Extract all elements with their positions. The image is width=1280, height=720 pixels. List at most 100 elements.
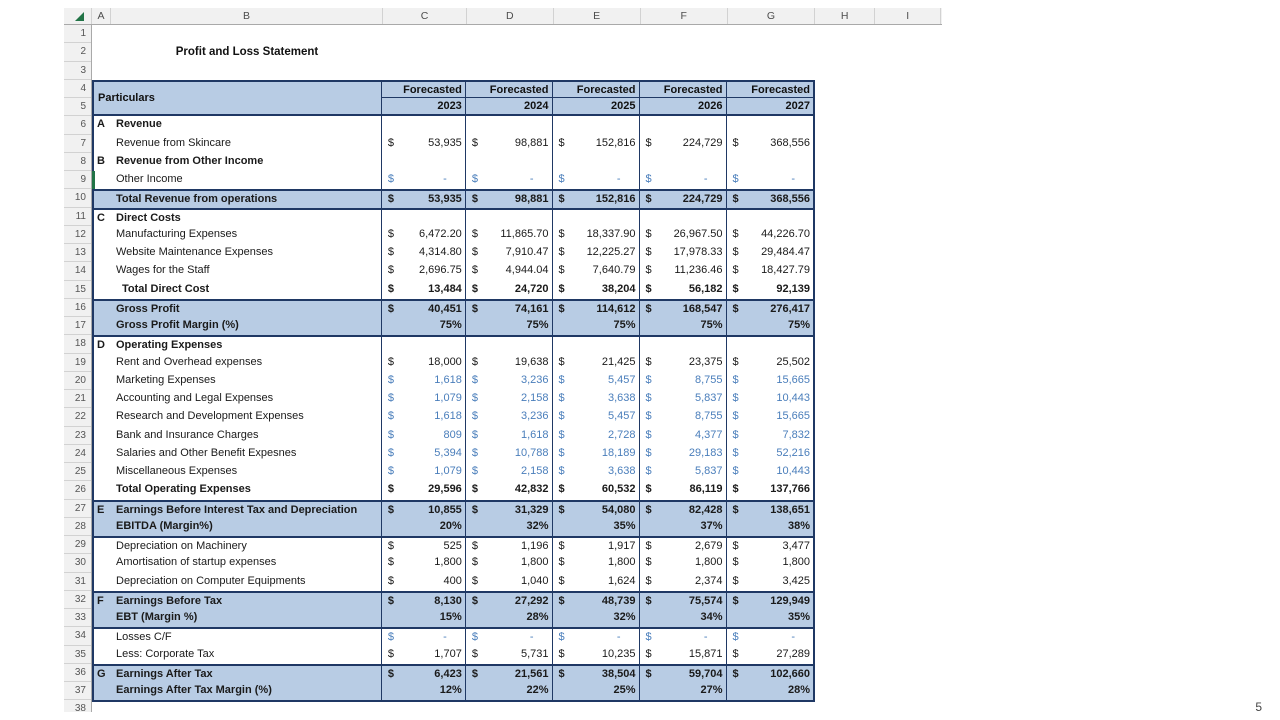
row-label-cell[interactable]: Rent and Overhead expenses (113, 354, 381, 372)
value-cell[interactable]: $48,739 (552, 593, 639, 609)
value-cell[interactable]: $25,502 (726, 354, 814, 372)
value-cell[interactable]: $1,079 (381, 390, 465, 408)
row-label-cell[interactable]: Depreciation on Machinery (113, 538, 381, 554)
row-header-4[interactable]: 4 (64, 80, 91, 98)
value-cell[interactable]: $74,161 (465, 301, 552, 317)
row-letter-cell[interactable] (94, 226, 113, 244)
value-cell[interactable]: $3,236 (465, 372, 552, 390)
value-cell[interactable]: $224,729 (639, 135, 726, 153)
value-cell[interactable]: $2,158 (465, 390, 552, 408)
row-letter-cell[interactable]: G (94, 666, 113, 682)
row-letter-cell[interactable] (94, 301, 113, 317)
value-cell[interactable]: $8,755 (639, 408, 726, 426)
row-label-cell[interactable]: Manufacturing Expenses (113, 226, 381, 244)
empty-cell[interactable] (726, 210, 814, 226)
row-label-cell[interactable]: Website Maintenance Expenses (113, 244, 381, 262)
row-header-24[interactable]: 24 (64, 445, 91, 463)
value-cell[interactable]: $400 (381, 573, 465, 591)
row-header-17[interactable]: 17 (64, 317, 91, 335)
row-label-cell[interactable]: Total Operating Expenses (113, 481, 381, 499)
row-header-27[interactable]: 27 (64, 500, 91, 518)
value-cell[interactable]: $368,556 (726, 135, 814, 153)
value-cell[interactable]: $5,837 (639, 463, 726, 481)
empty-cell[interactable] (381, 153, 465, 171)
value-cell[interactable]: $10,235 (552, 646, 639, 664)
value-cell[interactable]: $8,755 (639, 372, 726, 390)
percent-cell[interactable]: 38% (726, 518, 814, 536)
row-label-cell[interactable]: Direct Costs (113, 210, 381, 226)
value-cell[interactable]: $59,704 (639, 666, 726, 682)
row-header-35[interactable]: 35 (64, 646, 91, 664)
year-cell[interactable]: 2025 (553, 98, 639, 114)
percent-cell[interactable]: 22% (465, 682, 552, 700)
empty-cell[interactable] (552, 337, 639, 353)
percent-cell[interactable]: 75% (639, 317, 726, 335)
value-cell[interactable]: $4,944.04 (465, 262, 552, 280)
value-cell[interactable]: $168,547 (639, 301, 726, 317)
empty-cell[interactable] (552, 116, 639, 134)
forecast-label-cell[interactable]: Forecasted (727, 82, 814, 98)
value-cell[interactable]: $- (552, 629, 639, 645)
value-cell[interactable]: $368,556 (726, 191, 814, 207)
row-letter-cell[interactable] (94, 481, 113, 499)
row-header-23[interactable]: 23 (64, 427, 91, 445)
column-header-F[interactable]: F (641, 8, 728, 24)
value-cell[interactable]: $- (381, 629, 465, 645)
value-cell[interactable]: $3,425 (726, 573, 814, 591)
percent-cell[interactable]: 75% (726, 317, 814, 335)
value-cell[interactable]: $10,443 (726, 463, 814, 481)
row-header-10[interactable]: 10 (64, 189, 91, 207)
row-header-18[interactable]: 18 (64, 335, 91, 353)
value-cell[interactable]: $1,800 (552, 554, 639, 572)
value-cell[interactable]: $6,423 (381, 666, 465, 682)
value-cell[interactable]: $2,158 (465, 463, 552, 481)
percent-cell[interactable]: 12% (381, 682, 465, 700)
value-cell[interactable]: $152,816 (552, 135, 639, 153)
value-cell[interactable]: $13,484 (381, 281, 465, 299)
value-cell[interactable]: $1,800 (465, 554, 552, 572)
percent-cell[interactable]: 75% (465, 317, 552, 335)
forecast-label-cell[interactable]: Forecasted (466, 82, 552, 98)
percent-cell[interactable]: 75% (552, 317, 639, 335)
value-cell[interactable]: $137,766 (726, 481, 814, 499)
row-letter-cell[interactable] (94, 390, 113, 408)
empty-cell[interactable] (726, 116, 814, 134)
value-cell[interactable]: $44,226.70 (726, 226, 814, 244)
column-header-B[interactable]: B (111, 8, 383, 24)
percent-cell[interactable]: 75% (381, 317, 465, 335)
empty-cell[interactable] (552, 153, 639, 171)
value-cell[interactable]: $21,425 (552, 354, 639, 372)
forecast-label-cell[interactable]: Forecasted (382, 82, 465, 98)
row-label-cell[interactable]: Other Income (113, 171, 381, 189)
value-cell[interactable]: $38,504 (552, 666, 639, 682)
empty-cell[interactable] (726, 337, 814, 353)
row-header-7[interactable]: 7 (64, 135, 91, 153)
value-cell[interactable]: $21,561 (465, 666, 552, 682)
empty-cell[interactable] (639, 116, 726, 134)
value-cell[interactable]: $3,477 (726, 538, 814, 554)
row-header-21[interactable]: 21 (64, 390, 91, 408)
forecast-label-cell[interactable]: Forecasted (640, 82, 726, 98)
year-cell[interactable]: 2023 (382, 98, 465, 114)
empty-cell[interactable] (639, 337, 726, 353)
empty-cell[interactable] (465, 153, 552, 171)
row-letter-cell[interactable]: B (94, 153, 113, 171)
value-cell[interactable]: $53,935 (381, 135, 465, 153)
row-header-8[interactable]: 8 (64, 153, 91, 171)
value-cell[interactable]: $29,596 (381, 481, 465, 499)
empty-cell[interactable] (465, 116, 552, 134)
row-letter-cell[interactable] (94, 463, 113, 481)
value-cell[interactable]: $18,427.79 (726, 262, 814, 280)
column-header-G[interactable]: G (728, 8, 816, 24)
value-cell[interactable]: $1,040 (465, 573, 552, 591)
row-letter-cell[interactable] (94, 682, 113, 700)
row-label-cell[interactable]: Accounting and Legal Expenses (113, 390, 381, 408)
row-label-cell[interactable]: Revenue from Other Income (113, 153, 381, 171)
value-cell[interactable]: $38,204 (552, 281, 639, 299)
value-cell[interactable]: $- (726, 629, 814, 645)
value-cell[interactable]: $17,978.33 (639, 244, 726, 262)
row-letter-cell[interactable] (94, 191, 113, 207)
row-header-36[interactable]: 36 (64, 664, 91, 682)
row-letter-cell[interactable] (94, 171, 113, 189)
row-header-31[interactable]: 31 (64, 573, 91, 591)
